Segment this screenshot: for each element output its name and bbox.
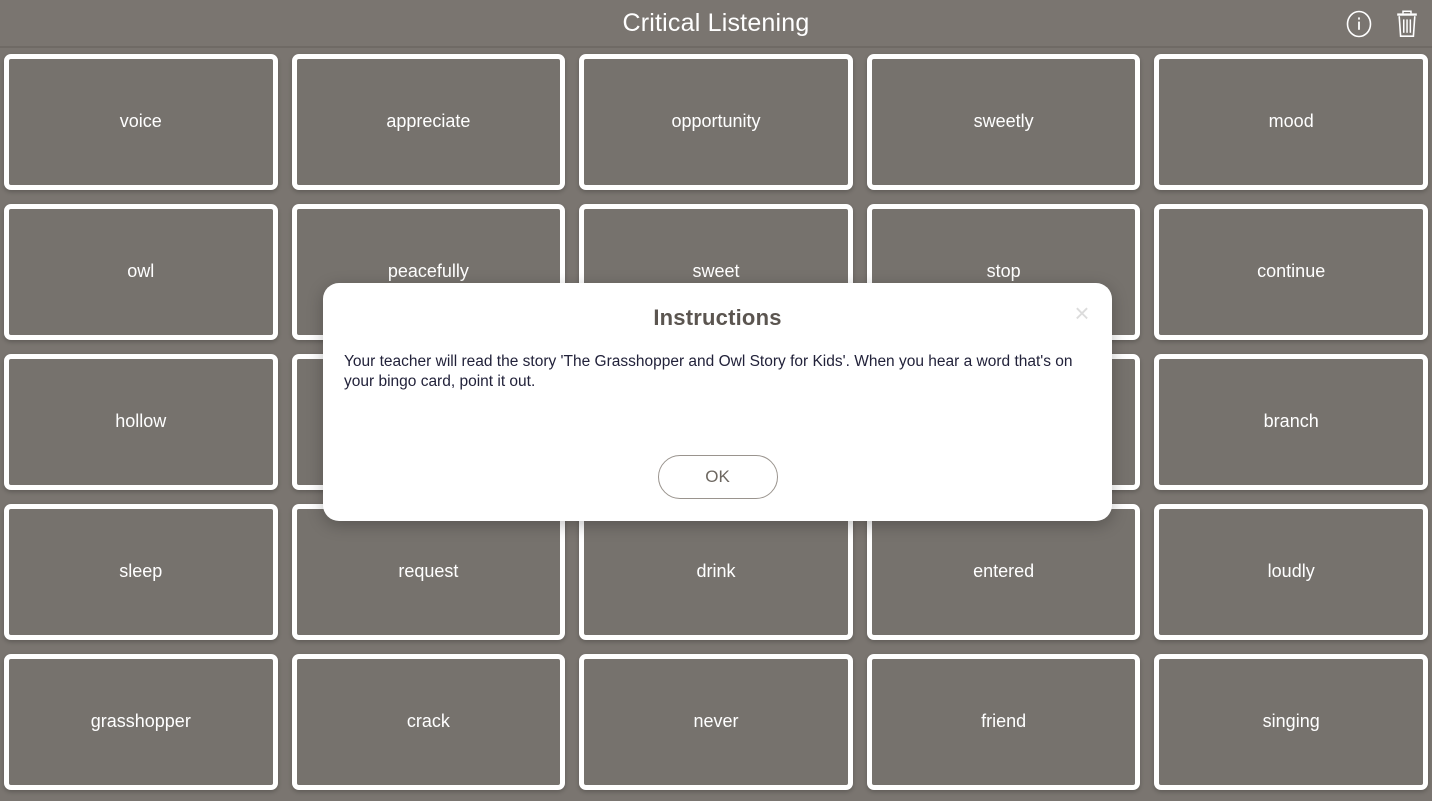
bingo-card[interactable]: request <box>291 504 566 640</box>
bingo-card-label: voice <box>119 111 162 132</box>
dialog-body-text: Your teacher will read the story 'The Gr… <box>344 353 1073 390</box>
bingo-card[interactable]: sleep <box>4 504 278 640</box>
bingo-card-label: peacefully <box>387 261 469 282</box>
bingo-card[interactable]: opportunity <box>579 54 853 190</box>
bingo-card-label: sleep <box>119 561 163 582</box>
bingo-card-label: sweetly <box>973 111 1034 132</box>
bingo-card[interactable]: entered <box>866 504 1141 640</box>
dialog-title: Instructions <box>653 305 782 330</box>
bingo-cell: voice <box>4 48 278 198</box>
trash-icon <box>1394 9 1420 39</box>
bingo-card[interactable]: branch <box>1154 354 1428 490</box>
bingo-cell: loudly <box>1154 498 1428 648</box>
bingo-card[interactable]: crack <box>291 654 566 790</box>
bingo-cell: grasshopper <box>4 648 278 798</box>
bingo-card-label: opportunity <box>671 111 761 132</box>
bingo-card[interactable]: sweetly <box>866 54 1141 190</box>
bingo-cell: continue <box>1154 198 1428 348</box>
bingo-card[interactable]: voice <box>4 54 278 190</box>
bingo-cell: never <box>579 648 853 798</box>
bingo-card-label: never <box>693 711 739 732</box>
bingo-card[interactable]: mood <box>1154 54 1428 190</box>
bingo-cell: sweetly <box>866 48 1141 198</box>
bingo-card-label: sweet <box>692 261 740 282</box>
info-button[interactable] <box>1344 8 1374 40</box>
bingo-card[interactable]: hollow <box>4 354 278 490</box>
bingo-cell: owl <box>4 198 278 348</box>
bingo-cell: sleep <box>4 498 278 648</box>
bingo-card[interactable]: drink <box>579 504 853 640</box>
bingo-card[interactable]: friend <box>866 654 1141 790</box>
bingo-card-label: entered <box>973 561 1035 582</box>
bingo-card-label: drink <box>696 561 736 582</box>
bingo-card[interactable]: singing <box>1154 654 1428 790</box>
instructions-dialog: Instructions × Your teacher will read th… <box>323 283 1112 521</box>
header-actions <box>1344 0 1422 48</box>
bingo-card[interactable]: owl <box>4 204 278 340</box>
app-header: Critical Listening <box>0 0 1432 48</box>
bingo-cell: mood <box>1154 48 1428 198</box>
bingo-cell: hollow <box>4 348 278 498</box>
page-title: Critical Listening <box>622 8 810 37</box>
bingo-card-label: appreciate <box>386 111 471 132</box>
bingo-cell: branch <box>1154 348 1428 498</box>
dialog-footer: OK <box>323 455 1112 499</box>
bingo-card-label: mood <box>1268 111 1314 132</box>
close-icon[interactable]: × <box>1068 299 1096 327</box>
bingo-card[interactable]: appreciate <box>291 54 566 190</box>
info-circle-icon <box>1345 10 1373 38</box>
bingo-card-label: branch <box>1263 411 1319 432</box>
bingo-card-label: hollow <box>115 411 167 432</box>
delete-button[interactable] <box>1392 8 1422 40</box>
bingo-cell: crack <box>291 648 566 798</box>
bingo-card-label: owl <box>127 261 155 282</box>
bingo-card-label: request <box>398 561 459 582</box>
bingo-card[interactable]: continue <box>1154 204 1428 340</box>
bingo-card-label: grasshopper <box>90 711 191 732</box>
bingo-cell: singing <box>1154 648 1428 798</box>
bingo-card[interactable]: grasshopper <box>4 654 278 790</box>
bingo-cell: appreciate <box>291 48 566 198</box>
bingo-cell: friend <box>866 648 1141 798</box>
bingo-card-label: crack <box>406 711 450 732</box>
bingo-card-label: continue <box>1257 261 1326 282</box>
bingo-card-label: loudly <box>1267 561 1315 582</box>
bingo-card[interactable]: loudly <box>1154 504 1428 640</box>
bingo-card-label: friend <box>981 711 1027 732</box>
bingo-cell: opportunity <box>579 48 853 198</box>
bingo-card[interactable]: never <box>579 654 853 790</box>
bingo-card-label: stop <box>986 261 1021 282</box>
bingo-card-label: singing <box>1262 711 1320 732</box>
ok-button[interactable]: OK <box>657 455 778 499</box>
